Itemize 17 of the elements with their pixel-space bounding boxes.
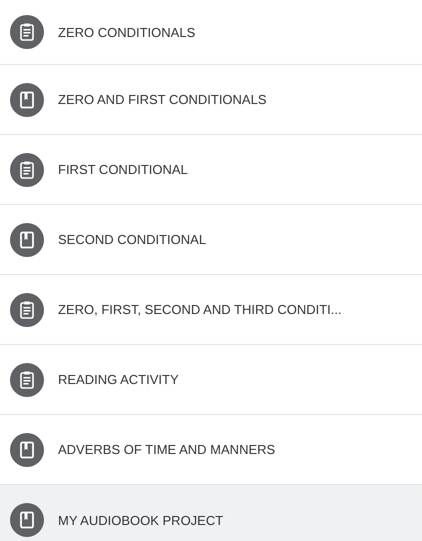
clipboard-icon bbox=[10, 152, 44, 186]
clipboard-icon bbox=[10, 15, 44, 49]
item-title: SECOND CONDITIONAL bbox=[58, 232, 206, 247]
book-icon bbox=[10, 432, 44, 466]
item-title: READING ACTIVITY bbox=[58, 372, 179, 387]
item-title: ZERO CONDITIONALS bbox=[58, 24, 196, 40]
book-icon bbox=[10, 503, 44, 537]
item-title: MY AUDIOBOOK PROJECT bbox=[58, 512, 224, 528]
item-title: ADVERBS OF TIME AND MANNERS bbox=[58, 442, 276, 457]
item-title: ZERO AND FIRST CONDITIONALS bbox=[58, 92, 267, 107]
clipboard-icon bbox=[10, 292, 44, 326]
book-icon bbox=[10, 222, 44, 256]
book-icon bbox=[10, 82, 44, 116]
clipboard-icon bbox=[10, 362, 44, 396]
item-title: FIRST CONDITIONAL bbox=[58, 162, 188, 177]
item-title: ZERO, FIRST, SECOND AND THIRD CONDITI... bbox=[58, 302, 342, 317]
list-item[interactable]: MY AUDIOBOOK PROJECT bbox=[0, 485, 422, 541]
